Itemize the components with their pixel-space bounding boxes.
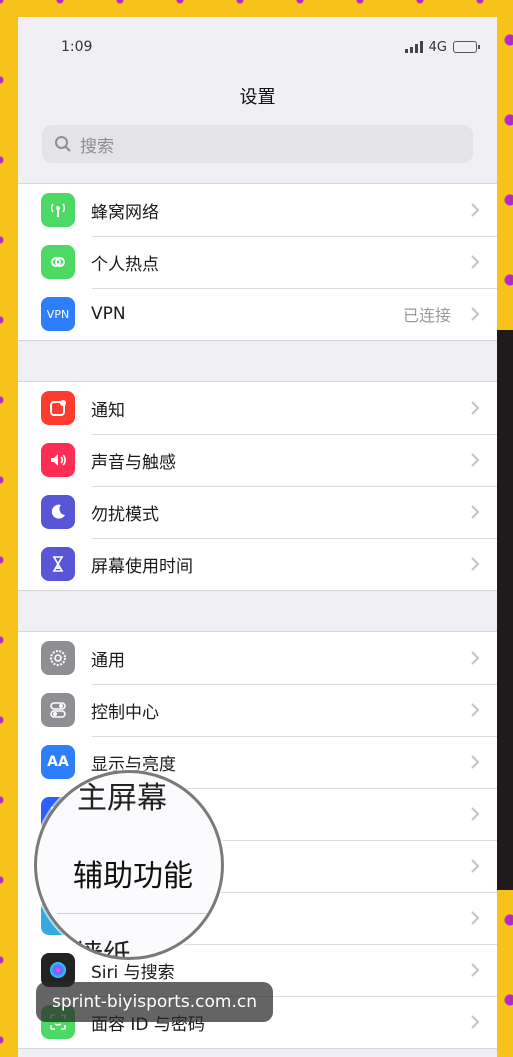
- status-time: 1:09: [61, 39, 93, 55]
- settings-row-screen-time[interactable]: 屏幕使用时间: [18, 538, 497, 590]
- magnifier-overlay: 主屏幕 辅助功能 墙纸: [34, 770, 224, 960]
- chevron-right-icon: [463, 453, 487, 467]
- chevron-right-icon: [463, 651, 487, 665]
- moon-icon: [41, 495, 75, 529]
- search-placeholder: 搜索: [80, 136, 114, 157]
- chevron-right-icon: [463, 307, 487, 321]
- chevron-right-icon: [463, 1015, 487, 1029]
- chevron-right-icon: [463, 505, 487, 519]
- chevron-right-icon: [463, 255, 487, 269]
- chevron-right-icon: [463, 203, 487, 217]
- settings-row-hotspot[interactable]: 个人热点: [18, 236, 497, 288]
- settings-row-sounds[interactable]: 声音与触感: [18, 434, 497, 486]
- status-indicators: 4G: [404, 39, 480, 55]
- chevron-right-icon: [463, 755, 487, 769]
- settings-row-label: 屏幕使用时间: [91, 556, 193, 577]
- page-title: 设置: [239, 87, 276, 108]
- magnified-home-screen-label: 主屏幕: [77, 781, 167, 816]
- settings-row-label: 通用: [91, 650, 125, 671]
- settings-row-do-not-disturb[interactable]: 勿扰模式: [18, 486, 497, 538]
- chevron-right-icon: [463, 703, 487, 717]
- settings-group-notifications: 通知 声音与触感 勿扰模式 屏幕使用时间: [18, 381, 497, 591]
- chevron-right-icon: [463, 401, 487, 415]
- chevron-right-icon: [463, 807, 487, 821]
- notification-icon: [41, 391, 75, 425]
- settings-row-label: 勿扰模式: [91, 504, 159, 525]
- settings-row-label: 个人热点: [91, 254, 159, 275]
- vpn-icon: VPN: [41, 297, 75, 331]
- chevron-right-icon: [463, 557, 487, 571]
- settings-row-label: 蜂窝网络: [91, 202, 159, 223]
- settings-row-label: VPN: [91, 304, 126, 324]
- vpn-status-value: 已连接: [402, 306, 451, 325]
- settings-row-vpn[interactable]: VPN VPN 已连接: [18, 288, 497, 340]
- settings-row-notifications[interactable]: 通知: [18, 382, 497, 434]
- settings-row-label: Siri 与搜索: [91, 962, 175, 983]
- settings-row-label: 通知: [91, 400, 125, 421]
- chevron-right-icon: [463, 859, 487, 873]
- chevron-right-icon: [463, 963, 487, 977]
- display-icon: AA: [41, 745, 75, 779]
- signal-icon: [404, 41, 423, 53]
- settings-group-connectivity: 蜂窝网络 个人热点 VPN VPN 已连接: [18, 183, 497, 341]
- settings-row-label: 控制中心: [91, 702, 159, 723]
- magnified-accessibility-label: 辅助功能: [73, 859, 193, 894]
- settings-row-control-center[interactable]: 控制中心: [18, 684, 497, 736]
- speaker-icon: [41, 443, 75, 477]
- hotspot-icon: [41, 245, 75, 279]
- status-bar: 1:09 4G: [18, 17, 497, 77]
- antenna-icon: [41, 193, 75, 227]
- network-label: 4G: [428, 39, 447, 55]
- search-input[interactable]: 搜索: [42, 125, 473, 163]
- battery-icon: [453, 41, 480, 53]
- hourglass-icon: [41, 547, 75, 581]
- gear-icon: [41, 641, 75, 675]
- chevron-right-icon: [463, 911, 487, 925]
- settings-row-label: 声音与触感: [91, 452, 176, 473]
- settings-row-cellular[interactable]: 蜂窝网络: [18, 184, 497, 236]
- search-icon: [52, 133, 74, 155]
- watermark: sprint-biyisports.com.cn: [36, 982, 273, 1022]
- settings-row-general[interactable]: 通用: [18, 632, 497, 684]
- magnified-wallpaper-label: 墙纸: [75, 938, 132, 960]
- toggle-icon: [41, 693, 75, 727]
